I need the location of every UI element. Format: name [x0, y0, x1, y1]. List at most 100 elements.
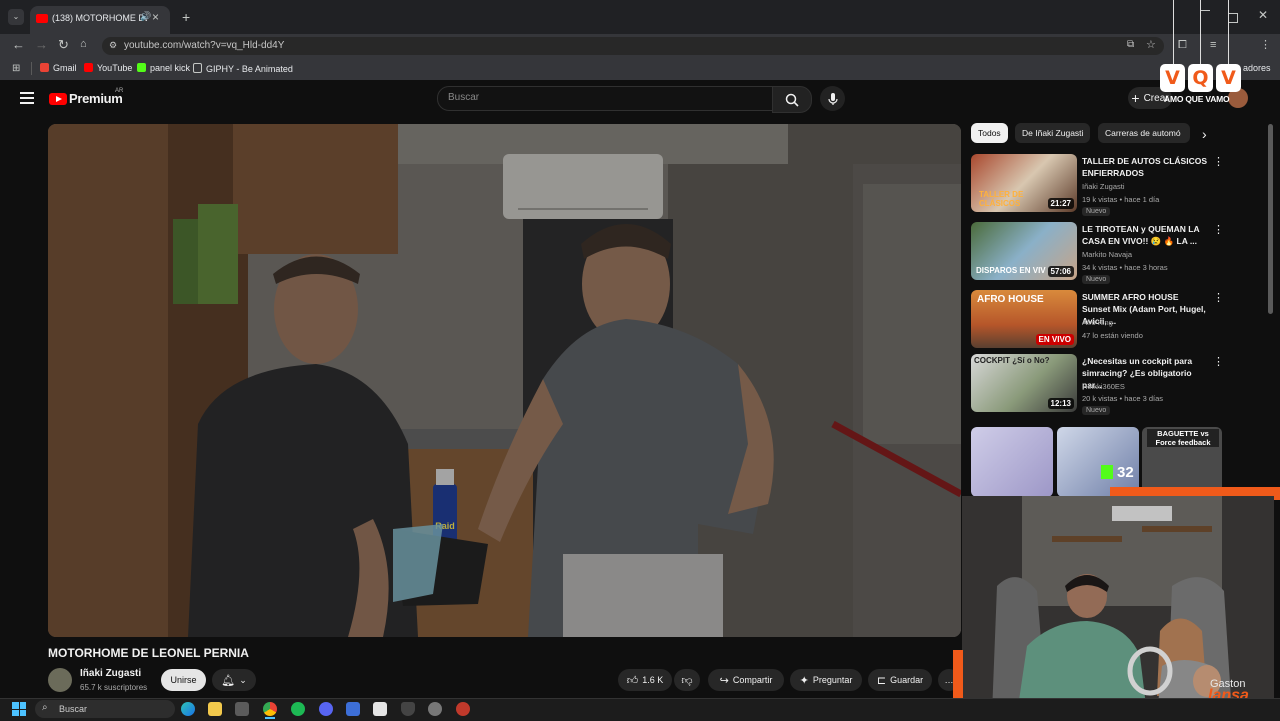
plus-icon: + — [1131, 90, 1140, 106]
rec-thumbnail[interactable]: DISPAROS EN VIVO 57:06 — [971, 222, 1077, 280]
notifications-button[interactable]: 🔔︎ ⌄ — [212, 669, 256, 691]
like-button[interactable]: 👍︎ 1.6 K — [618, 669, 672, 691]
page-scrollbar[interactable] — [1268, 124, 1273, 314]
rec-thumbnail[interactable]: AFRO HOUSE EN VIVO — [971, 290, 1077, 348]
spotify-icon[interactable] — [291, 702, 305, 716]
overlay-hang-string — [1200, 0, 1201, 64]
region-code: AR — [115, 88, 124, 94]
bookmark-panel-kick[interactable]: panel kick — [137, 63, 190, 73]
youtube-icon — [84, 63, 93, 72]
new-badge: Nuevo — [1082, 406, 1111, 415]
gear-icon[interactable] — [428, 702, 442, 716]
menu-icon[interactable]: ⋮ — [1260, 38, 1271, 51]
chevron-right-icon[interactable]: › — [1202, 126, 1207, 142]
thumb-title-text: COCKPIT ¿Sí o No? — [974, 356, 1050, 365]
webcam-feed: Gaston lansa — [962, 496, 1274, 714]
overlay-logo-letter: V — [1160, 64, 1185, 92]
rec-menu-icon[interactable]: ⋮ — [1213, 223, 1224, 236]
rec-menu-icon[interactable]: ⋮ — [1213, 355, 1224, 368]
chip-racing[interactable]: Carreras de automó — [1098, 123, 1190, 143]
maximize-icon[interactable] — [1228, 13, 1238, 23]
bookmark-giphy[interactable]: GIPHY - Be Animated — [193, 63, 293, 74]
search-input[interactable]: Buscar — [437, 86, 774, 111]
shield-icon[interactable] — [401, 702, 415, 716]
browser-toolbar: ← → ↻ ⌂ ⚙ youtube.com/watch?v=vq_Hld-dd4… — [0, 34, 1280, 86]
new-tab-icon[interactable]: + — [182, 9, 190, 25]
page-icon — [193, 63, 202, 73]
close-window-icon[interactable]: ✕ — [1258, 8, 1268, 22]
file-explorer-icon[interactable] — [208, 702, 222, 716]
close-tab-icon[interactable]: × — [152, 10, 159, 24]
rec-channel[interactable]: Afro King — [1082, 318, 1113, 327]
new-badge: Nuevo — [1082, 275, 1111, 284]
bookmark-label: GIPHY - Be Animated — [206, 64, 293, 74]
channel-name[interactable]: Iñaki Zugasti — [80, 668, 141, 679]
browser-tab-youtube[interactable]: (138) MOTORHOME DE LEONEL PERNIA - YouTu… — [30, 6, 170, 34]
app-icon[interactable] — [346, 702, 360, 716]
chip-channel[interactable]: De Iñaki Zugasti — [1015, 123, 1091, 143]
media-icon[interactable]: ≡ — [1210, 39, 1216, 51]
bookmark-label: YouTube — [97, 63, 133, 73]
ask-button[interactable]: ✦ Preguntar — [790, 669, 862, 691]
menu-hamburger-icon[interactable] — [20, 92, 34, 107]
share-button[interactable]: ↪ Compartir — [708, 669, 784, 691]
short-thumbnail[interactable] — [971, 427, 1053, 497]
windows-start-icon[interactable] — [12, 702, 26, 716]
thumb-title-text: DISPAROS EN VIVO — [976, 266, 1046, 275]
home-icon[interactable]: ⌂ — [80, 38, 87, 50]
install-app-icon[interactable]: ⧉ — [1127, 39, 1134, 50]
bookmarks-bar: ⊞ Gmail YouTube panel kick GIPHY - Be An… — [0, 58, 1280, 81]
kick-icon — [1101, 465, 1113, 479]
search-button[interactable] — [772, 86, 812, 113]
rec-channel[interactable]: Heikki360ES — [1082, 382, 1125, 391]
store-icon[interactable] — [235, 702, 249, 716]
taskbar-search[interactable]: ⌕ Buscar — [35, 700, 175, 718]
rec-channel[interactable]: Iñaki Zugasti — [1082, 182, 1125, 191]
voice-search-button[interactable] — [820, 86, 845, 111]
like-count: 1.6 K — [642, 675, 664, 685]
channel-avatar[interactable] — [48, 668, 72, 692]
reload-icon[interactable]: ↻ — [58, 37, 69, 53]
app-icon[interactable] — [373, 702, 387, 716]
bookmark-star-icon[interactable]: ☆ — [1146, 38, 1156, 51]
forward-icon[interactable]: → — [35, 37, 48, 52]
join-button[interactable]: Unirse — [161, 669, 206, 691]
taskbar-search-placeholder: Buscar — [59, 704, 88, 714]
rec-thumbnail[interactable]: COCKPIT ¿Sí o No? 12:13 — [971, 354, 1077, 412]
address-bar[interactable]: ⚙ youtube.com/watch?v=vq_Hld-dd4Y ⧉ ☆ — [102, 37, 1164, 55]
bookmark-gmail[interactable]: Gmail — [40, 63, 77, 73]
chip-all[interactable]: Todos — [971, 123, 1008, 143]
bookmark-youtube[interactable]: YouTube — [84, 63, 132, 73]
youtube-play-glyph — [56, 96, 62, 102]
thumb-title-text: TALLER DE CLÁSICOS — [979, 190, 1024, 208]
live-badge: EN VIVO — [1035, 334, 1074, 345]
apps-grid-icon[interactable]: ⊞ — [12, 63, 20, 74]
dislike-button[interactable]: 👎︎ — [674, 669, 700, 691]
rec-menu-icon[interactable]: ⋮ — [1213, 291, 1224, 304]
rec-thumbnail[interactable]: TALLER DE CLÁSICOS 21:27 — [971, 154, 1077, 212]
rec-menu-icon[interactable]: ⋮ — [1213, 155, 1224, 168]
bookmark-divider — [31, 62, 32, 75]
edge-icon[interactable] — [181, 702, 195, 716]
search-icon: ⌕ — [42, 702, 48, 713]
back-icon[interactable]: ← — [12, 37, 25, 52]
tab-list-button[interactable]: ⌄ — [8, 9, 24, 25]
overlay-tagline: AMO QUE VAMO — [1164, 94, 1230, 104]
chrome-icon[interactable] — [263, 702, 277, 716]
extensions-icon[interactable]: ⧠ — [1178, 39, 1187, 52]
video-player[interactable]: Raid — [48, 124, 961, 637]
app-icon[interactable] — [456, 702, 470, 716]
rec-title[interactable]: TALLER DE AUTOS CLÁSICOS ENFIERRADOS — [1082, 155, 1209, 179]
speaker-icon[interactable]: 🔊 — [140, 11, 151, 22]
site-info-icon[interactable]: ⚙ — [109, 40, 117, 51]
rec-title[interactable]: LE TIROTEAN y QUEMAN LA CASA EN VIVO!! 😢… — [1082, 223, 1209, 247]
discord-icon[interactable] — [319, 702, 333, 716]
bookmark-folder[interactable]: adores — [1243, 63, 1271, 73]
youtube-favicon-icon — [36, 14, 48, 23]
search-placeholder: Buscar — [448, 92, 480, 103]
minimize-icon[interactable] — [1200, 10, 1210, 11]
video-title: MOTORHOME DE LEONEL PERNIA — [48, 646, 249, 660]
save-button[interactable]: ⊏ Guardar — [868, 669, 932, 691]
save-label: Guardar — [890, 675, 924, 685]
rec-channel[interactable]: Markito Navaja — [1082, 250, 1132, 259]
